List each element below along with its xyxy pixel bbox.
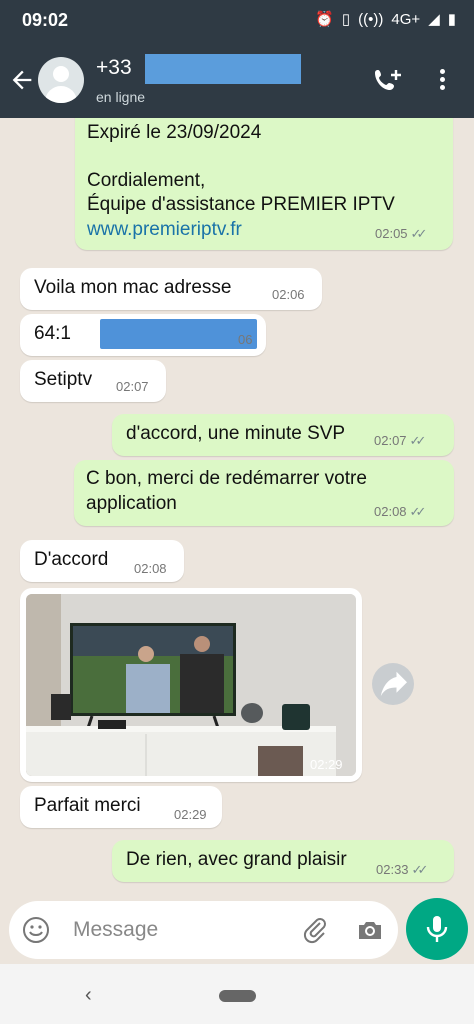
message-bubble-incoming[interactable]: Setiptv 02:07 bbox=[20, 360, 166, 402]
read-ticks-icon: ✓✓ bbox=[409, 504, 427, 519]
message-bubble-incoming[interactable]: 64:1 06 bbox=[20, 314, 266, 356]
message-bubble-outgoing[interactable]: De rien, avec grand plaisir 02:33 ✓✓ bbox=[112, 840, 454, 882]
battery-icon: ▮ bbox=[447, 11, 456, 28]
link[interactable]: www.premieriptv.fr bbox=[87, 219, 242, 241]
status-time: 09:02 bbox=[22, 10, 69, 30]
more-options-icon[interactable] bbox=[432, 66, 452, 96]
message-input[interactable]: Message bbox=[9, 901, 398, 959]
photo-thumbnail[interactable]: 02:29 bbox=[26, 594, 356, 776]
message-bubble-outgoing[interactable]: C bon, merci de redémarrer votre applica… bbox=[74, 460, 454, 526]
message-time: 02:33 bbox=[376, 862, 409, 877]
chat-header: +33 en ligne bbox=[0, 44, 474, 118]
voice-message-button[interactable] bbox=[406, 898, 468, 960]
vibrate-icon: ▯ bbox=[341, 11, 351, 28]
contact-name[interactable]: +33 bbox=[96, 56, 132, 80]
message-bubble-outgoing[interactable]: d'accord, une minute SVP 02:07 ✓✓ bbox=[112, 414, 454, 456]
nav-back-icon[interactable]: ‹ bbox=[85, 984, 92, 1007]
forward-icon bbox=[380, 671, 407, 697]
home-pill[interactable] bbox=[219, 990, 256, 1002]
forward-button[interactable] bbox=[372, 663, 414, 705]
back-arrow-icon[interactable] bbox=[8, 66, 36, 94]
message-bubble-incoming[interactable]: Parfait merci 02:29 bbox=[20, 786, 222, 828]
message-time: 02:06 bbox=[272, 287, 305, 302]
message-placeholder: Message bbox=[73, 918, 159, 941]
camera-icon[interactable] bbox=[355, 915, 385, 945]
status-bar: 09:02 ⏰ ▯ ((•)) 4G+ ◢ ▮ bbox=[0, 0, 474, 44]
message-time: 02:08 bbox=[374, 504, 407, 519]
attach-icon[interactable] bbox=[300, 915, 330, 945]
microphone-icon bbox=[426, 916, 448, 942]
message-time: 02:29 bbox=[310, 757, 343, 772]
hotspot-icon: ((•)) bbox=[358, 10, 384, 28]
message-time: 02:07 bbox=[374, 433, 407, 448]
tv-room-image bbox=[26, 594, 356, 776]
redaction-box bbox=[100, 319, 257, 349]
signal-icon: ◢ bbox=[428, 11, 440, 28]
message-time: 02:29 bbox=[174, 807, 207, 822]
message-time: 02:07 bbox=[116, 379, 149, 394]
redaction-box bbox=[145, 54, 301, 84]
contact-status: en ligne bbox=[96, 89, 146, 105]
message-time: 06 bbox=[238, 332, 253, 347]
message-bubble-incoming[interactable]: D'accord 02:08 bbox=[20, 540, 184, 582]
network-label: 4G+ bbox=[391, 10, 421, 28]
emoji-icon[interactable] bbox=[21, 915, 51, 945]
read-ticks-icon: ✓✓ bbox=[409, 433, 427, 448]
compose-bar: Message bbox=[0, 898, 474, 964]
read-ticks-icon: ✓✓ bbox=[411, 862, 429, 877]
message-bubble-outgoing[interactable]: Expiré le 23/09/2024 Cordialement, Équip… bbox=[75, 118, 453, 250]
avatar[interactable] bbox=[38, 57, 84, 103]
message-time: 02:08 bbox=[134, 561, 167, 576]
message-list[interactable]: Expiré le 23/09/2024 Cordialement, Équip… bbox=[0, 118, 474, 898]
message-bubble-incoming[interactable]: Voila mon mac adresse 02:06 bbox=[20, 268, 322, 310]
alarm-icon: ⏰ bbox=[315, 11, 334, 28]
message-time: 02:05 bbox=[375, 226, 408, 241]
system-nav-bar: ‹ bbox=[0, 964, 474, 1024]
add-call-icon[interactable] bbox=[372, 66, 406, 96]
read-ticks-icon: ✓✓ bbox=[410, 226, 428, 241]
